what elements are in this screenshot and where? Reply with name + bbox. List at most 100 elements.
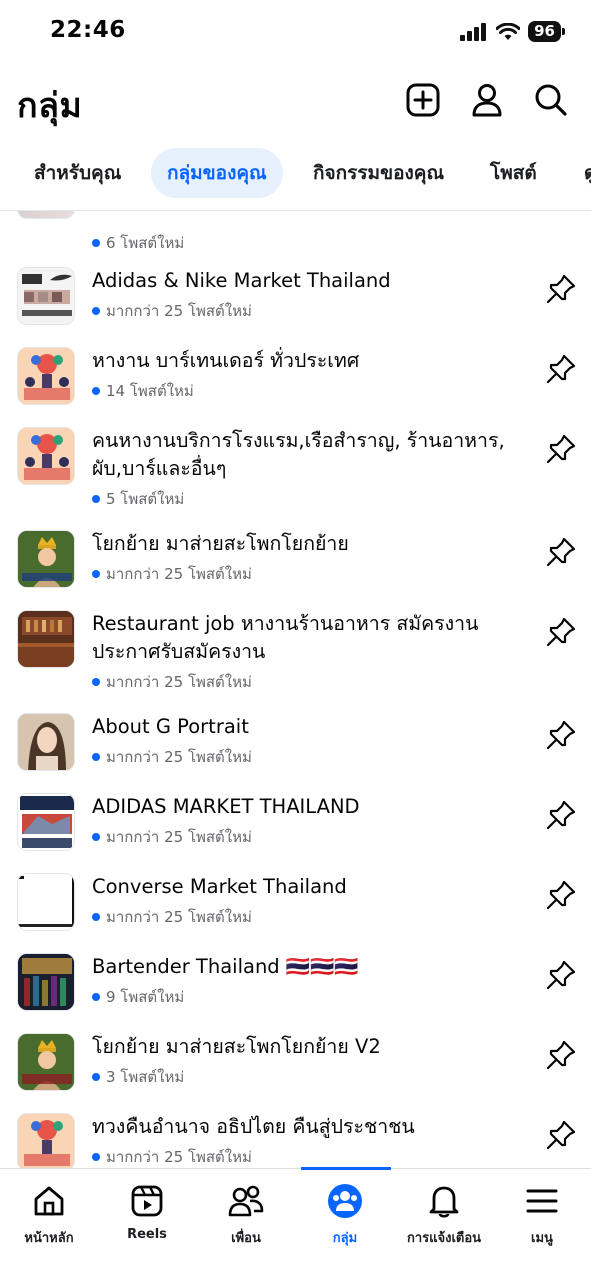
unread-dot	[92, 387, 100, 395]
nav-label: เมนู	[531, 1231, 553, 1246]
pin-icon[interactable]	[545, 273, 577, 305]
group-thumbnail	[17, 873, 75, 931]
group-meta: 14 โพสต์ใหม่	[92, 379, 194, 403]
bell-icon	[429, 1186, 459, 1218]
unread-dot	[92, 753, 100, 761]
group-name: คนหางานบริการโรงแรม,เรือสำราญ, ร้านอาหาร…	[92, 429, 505, 480]
group-meta: 3 โพสต์ใหม่	[92, 1065, 184, 1089]
tab-bar: สำหรับคุณ กลุ่มของคุณ กิจกรรมของคุณ โพสต…	[0, 148, 591, 200]
pin-icon[interactable]	[545, 799, 577, 831]
group-name: Converse Market Thailand	[92, 875, 347, 898]
group-name: Adidas & Nike Market Thailand	[92, 269, 391, 292]
group-name: โยกย้าย มาส่ายสะโพกโยกย้าย	[92, 532, 349, 555]
group-meta: มากกว่า 25 โพสต์ใหม่	[92, 562, 252, 586]
group-meta: 6 โพสต์ใหม่	[92, 231, 184, 255]
tab-for-you[interactable]: สำหรับคุณ	[18, 148, 137, 198]
pin-icon[interactable]	[545, 1119, 577, 1151]
tab-your-activity[interactable]: กิจกรรมของคุณ	[297, 148, 460, 198]
group-name: Bartender Thailand 🇹🇭🇹🇭🇹🇭	[92, 955, 359, 978]
pin-icon[interactable]	[545, 879, 577, 911]
battery-indicator: 96	[528, 21, 565, 42]
tab-posts[interactable]: โพสต์	[474, 148, 553, 198]
nav-label: Reels	[127, 1227, 167, 1242]
unread-dot	[92, 913, 100, 921]
status-icons: 96	[460, 21, 565, 42]
active-tab-indicator	[301, 1167, 391, 1170]
bottom-nav: หน้าหลัก Reels เพื่อน กลุ่ม การแจ้งเตือน…	[0, 1167, 591, 1280]
group-meta: 9 โพสต์ใหม่	[92, 985, 184, 1009]
status-bar: 22:46 96	[0, 0, 591, 62]
unread-dot	[92, 307, 100, 315]
nav-groups[interactable]: กลุ่ม	[296, 1183, 394, 1248]
reels-icon	[131, 1185, 163, 1217]
group-thumbnail	[17, 1113, 75, 1169]
friends-icon	[228, 1185, 264, 1217]
group-name: โยกย้าย มาส่ายสะโพกโยกย้าย V2	[92, 1035, 381, 1058]
unread-dot	[92, 833, 100, 841]
group-meta: มากกว่า 25 โพสต์ใหม่	[92, 825, 252, 849]
group-thumbnail	[17, 427, 75, 485]
group-thumbnail	[17, 793, 75, 851]
nav-menu[interactable]: เมนู	[493, 1183, 591, 1248]
group-name: About G Portrait	[92, 715, 249, 738]
page-title: กลุ่ม	[17, 86, 83, 126]
pin-icon[interactable]	[545, 353, 577, 385]
profile-button[interactable]	[469, 82, 505, 118]
search-icon	[535, 84, 567, 116]
wifi-icon	[496, 22, 521, 40]
nav-friends[interactable]: เพื่อน	[197, 1183, 295, 1248]
group-name: หางาน บาร์เทนเดอร์ ทั่วประเทศ	[92, 349, 360, 372]
header-actions	[405, 82, 569, 118]
group-name: ทวงคืนอำนาจ อธิปไตย คืนสู่ประชาชน	[92, 1115, 415, 1138]
status-time: 22:46	[50, 17, 126, 43]
group-meta: มากกว่า 25 โพสต์ใหม่	[92, 299, 252, 323]
nav-label: การแจ้งเตือน	[406, 1231, 482, 1246]
unread-dot	[92, 1153, 100, 1161]
nav-label: กลุ่ม	[332, 1231, 358, 1246]
create-group-button[interactable]	[405, 82, 441, 118]
pin-icon[interactable]	[545, 433, 577, 465]
plus-square-icon	[406, 83, 440, 117]
group-thumbnail	[17, 953, 75, 1011]
unread-dot	[92, 993, 100, 1001]
pin-icon[interactable]	[545, 1039, 577, 1071]
unread-dot	[92, 239, 100, 247]
nav-label: เพื่อน	[231, 1231, 261, 1246]
group-thumbnail	[17, 267, 75, 325]
nav-home[interactable]: หน้าหลัก	[0, 1183, 98, 1248]
group-name: ADIDAS MARKET THAILAND	[92, 795, 360, 818]
tab-your-groups[interactable]: กลุ่มของคุณ	[151, 148, 283, 198]
pin-icon[interactable]	[545, 536, 577, 568]
group-thumbnail	[17, 530, 75, 588]
menu-icon	[526, 1189, 558, 1213]
home-icon	[34, 1186, 64, 1216]
unread-dot	[92, 1073, 100, 1081]
group-meta: มากกว่า 25 โพสต์ใหม่	[92, 670, 252, 694]
pin-icon[interactable]	[545, 719, 577, 751]
tab-watch[interactable]: ดู	[568, 148, 591, 198]
search-button[interactable]	[533, 82, 569, 118]
group-meta: มากกว่า 25 โพสต์ใหม่	[92, 745, 252, 769]
group-list: 6 โพสต์ใหม่ Adidas & Nike Market Thailan…	[0, 211, 591, 1169]
cellular-signal-icon	[460, 22, 487, 41]
nav-notifications[interactable]: การแจ้งเตือน	[395, 1183, 493, 1248]
unread-dot	[92, 678, 100, 686]
pin-icon[interactable]	[545, 616, 577, 648]
unread-dot	[92, 570, 100, 578]
groups-icon	[328, 1184, 362, 1218]
group-meta: 5 โพสต์ใหม่	[92, 487, 184, 511]
unread-dot	[92, 495, 100, 503]
group-thumbnail	[17, 713, 75, 771]
group-thumbnail	[17, 347, 75, 405]
group-name: Restaurant job หางานร้านอาหาร สมัครงาน ป…	[92, 612, 479, 663]
person-icon	[472, 84, 502, 117]
group-thumbnail	[17, 211, 75, 219]
pin-icon[interactable]	[545, 959, 577, 991]
header: กลุ่ม	[0, 72, 591, 132]
group-thumbnail	[17, 1033, 75, 1091]
group-thumbnail	[17, 610, 75, 668]
group-meta: มากกว่า 25 โพสต์ใหม่	[92, 905, 252, 929]
nav-label: หน้าหลัก	[24, 1231, 74, 1246]
nav-reels[interactable]: Reels	[98, 1183, 196, 1242]
group-meta: มากกว่า 25 โพสต์ใหม่	[92, 1145, 252, 1169]
